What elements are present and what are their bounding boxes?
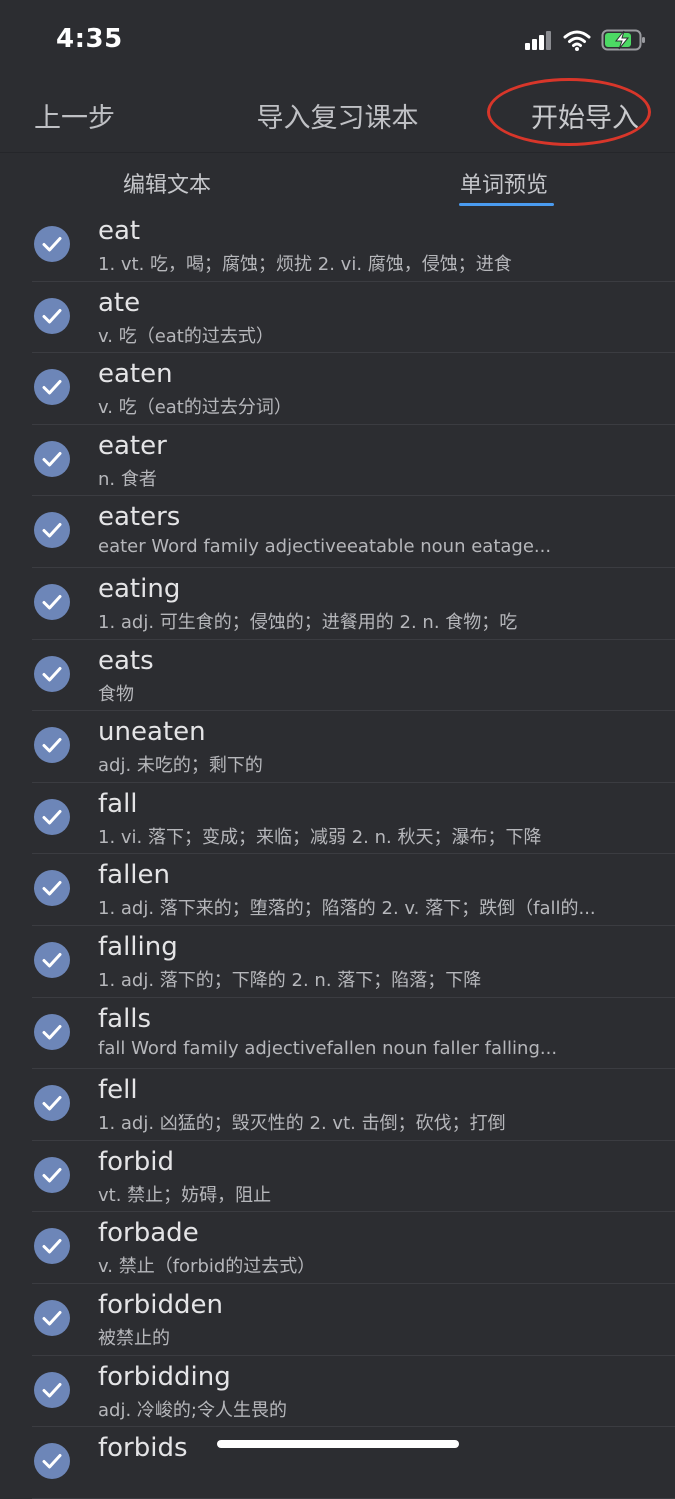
back-button[interactable]: 上一步 — [34, 96, 115, 135]
checkmark-icon[interactable] — [34, 941, 70, 978]
checkmark-icon[interactable] — [34, 226, 70, 262]
checkmark-icon[interactable] — [34, 1228, 70, 1265]
word-text: eats — [98, 645, 154, 676]
list-item[interactable]: falls fall Word family adjectivefallen no… — [32, 998, 675, 1070]
checkmark-icon[interactable] — [34, 369, 70, 406]
word-definition: adj. 未吃的；剩下的 — [98, 755, 263, 777]
word-text: eaters — [98, 502, 181, 533]
checkmark-icon[interactable] — [34, 583, 70, 620]
list-item[interactable]: fall 1. vi. 落下；变成；来临；减弱 2. n. 秋天；瀑布；下降 — [32, 783, 675, 855]
list-item[interactable]: forbidden 被禁止的 — [32, 1284, 675, 1356]
word-definition: v. 吃（eat的过去式） — [98, 325, 274, 347]
word-definition: 1. vt. 吃，喝；腐蚀；烦扰 2. vi. 腐蚀，侵蚀；进食 — [98, 254, 512, 275]
start-import-button[interactable]: 开始导入 — [531, 96, 639, 135]
list-item[interactable]: falling 1. adj. 落下的；下降的 2. n. 落下；陷落；下降 — [32, 926, 675, 998]
list-item[interactable]: forbade v. 禁止（forbid的过去式） — [32, 1212, 675, 1284]
word-text: fall — [98, 788, 138, 819]
home-indicator — [217, 1440, 459, 1448]
checkmark-icon[interactable] — [34, 1371, 70, 1408]
word-text: fell — [98, 1075, 138, 1106]
word-text: forbidding — [98, 1361, 231, 1392]
status-icons — [525, 28, 647, 52]
word-list: eat 1. vt. 吃，喝；腐蚀；烦扰 2. vi. 腐蚀，侵蚀；进食 ate v.… — [0, 210, 675, 1499]
word-text: eat — [98, 216, 141, 246]
word-text: forbids — [98, 1433, 188, 1464]
word-text: forbid — [98, 1146, 174, 1177]
list-item[interactable]: eating 1. adj. 可生食的；侵蚀的；进餐用的 2. n. 食物；吃 — [32, 568, 675, 640]
checkmark-icon[interactable] — [34, 440, 70, 477]
status-bar: 4:35 — [0, 0, 675, 80]
list-item[interactable]: eaten v. 吃（eat的过去分词） — [32, 353, 675, 425]
word-definition: 被禁止的 — [98, 1327, 170, 1349]
word-definition: 1. adj. 可生食的；侵蚀的；进餐用的 2. n. 食物；吃 — [98, 611, 518, 633]
tab-word-preview[interactable]: 单词预览 — [460, 167, 548, 199]
word-text: forbade — [98, 1218, 199, 1249]
active-tab-indicator — [459, 203, 554, 206]
word-definition: 1. vi. 落下；变成；来临；减弱 2. n. 秋天；瀑布；下降 — [98, 826, 542, 848]
list-item[interactable]: fell 1. adj. 凶猛的；毁灭性的 2. vt. 击倒；砍伐；打倒 — [32, 1069, 675, 1141]
tab-bar: 编辑文本 单词预览 — [0, 152, 675, 211]
list-item[interactable]: eaters eater Word family adjectiveeatable… — [32, 496, 675, 568]
list-item[interactable]: fallen 1. adj. 落下来的；堕落的；陷落的 2. v. 落下；跌倒（f… — [32, 854, 675, 926]
word-definition: 1. adj. 凶猛的；毁灭性的 2. vt. 击倒；砍伐；打倒 — [98, 1113, 506, 1135]
word-text: eaten — [98, 359, 173, 390]
checkmark-icon[interactable] — [34, 727, 70, 764]
word-definition: v. 吃（eat的过去分词） — [98, 397, 292, 419]
list-item[interactable]: forbidding adj. 冷峻的;令人生畏的 — [32, 1356, 675, 1428]
word-definition: adj. 冷峻的;令人生畏的 — [98, 1399, 287, 1421]
word-text: eater — [98, 430, 167, 461]
word-text: uneaten — [98, 717, 206, 748]
word-text: fallen — [98, 860, 171, 891]
checkmark-icon[interactable] — [34, 1156, 70, 1193]
wifi-icon — [563, 30, 591, 51]
word-text: forbidden — [98, 1289, 223, 1320]
list-item[interactable]: eater n. 食者 — [32, 425, 675, 497]
checkmark-icon[interactable] — [34, 512, 70, 549]
word-text: eating — [98, 573, 181, 604]
checkmark-icon[interactable] — [34, 1443, 70, 1480]
list-item[interactable]: uneaten adj. 未吃的；剩下的 — [32, 711, 675, 783]
checkmark-icon[interactable] — [34, 1085, 70, 1122]
list-item[interactable]: eats 食物 — [32, 640, 675, 712]
word-text: ate — [98, 287, 141, 318]
list-item[interactable]: forbid vt. 禁止；妨碍，阻止 — [32, 1141, 675, 1213]
word-definition: eater Word family adjectiveeatable noun … — [98, 536, 552, 558]
list-item[interactable]: forbids — [32, 1427, 675, 1499]
word-definition: vt. 禁止；妨碍，阻止 — [98, 1184, 272, 1206]
checkmark-icon[interactable] — [34, 798, 70, 835]
word-definition: n. 食者 — [98, 468, 157, 490]
tab-edit-text[interactable]: 编辑文本 — [123, 167, 211, 199]
word-definition: v. 禁止（forbid的过去式） — [98, 1256, 316, 1278]
cellular-signal-icon — [525, 31, 551, 50]
list-item[interactable]: eat 1. vt. 吃，喝；腐蚀；烦扰 2. vi. 腐蚀，侵蚀；进食 — [32, 210, 675, 282]
status-time: 4:35 — [56, 24, 123, 54]
checkmark-icon[interactable] — [34, 870, 70, 907]
word-text: falls — [98, 1003, 152, 1034]
word-definition: 食物 — [98, 683, 134, 705]
checkmark-icon[interactable] — [34, 655, 70, 692]
list-item[interactable]: ate v. 吃（eat的过去式） — [32, 282, 675, 354]
battery-charging-icon — [601, 29, 645, 51]
checkmark-icon[interactable] — [34, 297, 70, 334]
checkmark-icon[interactable] — [34, 1299, 70, 1336]
checkmark-icon[interactable] — [34, 1013, 70, 1050]
word-text: falling — [98, 931, 178, 962]
word-definition: fall Word family adjectivefallen noun fa… — [98, 1037, 558, 1059]
navigation-bar: 上一步 导入复习课本 开始导入 — [0, 80, 675, 150]
word-definition: 1. adj. 落下的；下降的 2. n. 落下；陷落；下降 — [98, 969, 482, 991]
word-definition: 1. adj. 落下来的；堕落的；陷落的 2. v. 落下；跌倒（fall的..… — [98, 898, 596, 920]
